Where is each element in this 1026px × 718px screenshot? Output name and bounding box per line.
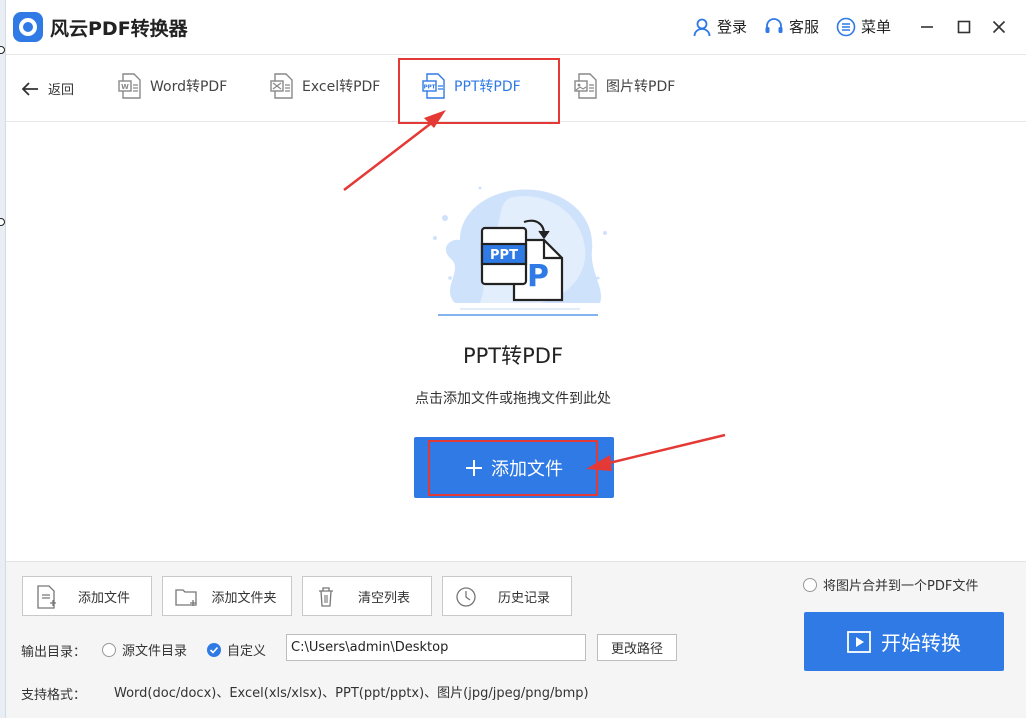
- tab-label: Excel转PDF: [302, 79, 381, 95]
- excel-doc-icon: [270, 73, 293, 99]
- custom-dir-radio[interactable]: 自定义: [207, 640, 266, 659]
- headset-icon: [765, 17, 783, 33]
- radio-checked-icon: [207, 642, 221, 657]
- maximize-button[interactable]: [951, 14, 977, 40]
- tab-image-to-pdf[interactable]: 图片转PDF: [574, 73, 675, 99]
- source-dir-radio[interactable]: 源文件目录: [102, 640, 187, 659]
- toolbar-label: 历史记录: [497, 590, 550, 606]
- merge-label: 将图片合并到一个PDF文件: [823, 579, 979, 594]
- tab-label: 图片转PDF: [606, 79, 676, 95]
- close-button[interactable]: [986, 14, 1012, 40]
- add-file-button[interactable]: 添加文件: [414, 437, 614, 498]
- ppt-to-pdf-illustration: P PPT: [433, 186, 607, 316]
- back-label: 返回: [48, 83, 75, 98]
- pdf-badge: P: [527, 259, 549, 294]
- radio-unchecked-icon: [102, 642, 116, 657]
- toolbar-add-file-button[interactable]: 添加文件: [22, 576, 152, 616]
- toolbar-label: 清空列表: [357, 590, 410, 606]
- toolbar-label: 添加文件夹: [211, 590, 277, 606]
- edge-dot: [0, 218, 5, 226]
- annotation-highlight-box: [398, 58, 560, 124]
- service-label: 客服: [789, 18, 820, 36]
- word-doc-icon: W: [118, 73, 141, 99]
- drop-hint: 点击添加文件或拖拽文件到此处: [415, 391, 611, 407]
- output-dir-label: 输出目录：: [21, 645, 87, 660]
- conversion-tabs-bar: 返回 W Word转PDF Excel转PDF PPT PPT转PDF 图片转P…: [6, 54, 1026, 124]
- radio-label: 源文件目录: [122, 644, 188, 659]
- title-bar: 风云PDF转换器 登录 客服 菜单: [6, 0, 1026, 54]
- ppt-badge: PPT: [490, 248, 518, 263]
- app-logo-icon: [13, 12, 43, 42]
- toolbar-clear-list-button[interactable]: 清空列表: [302, 576, 432, 616]
- conversion-title: PPT转PDF: [462, 344, 564, 368]
- customer-service-button[interactable]: 客服: [764, 16, 819, 37]
- image-doc-icon: [574, 73, 597, 99]
- toolbar-history-button[interactable]: 历史记录: [442, 576, 572, 616]
- back-button[interactable]: 返回: [20, 79, 74, 98]
- start-convert-button[interactable]: 开始转换: [804, 612, 1004, 671]
- user-icon: [693, 18, 711, 36]
- login-label: 登录: [717, 18, 748, 36]
- menu-icon: [836, 17, 856, 36]
- start-label: 开始转换: [881, 631, 961, 655]
- minimize-icon: [921, 26, 933, 28]
- menu-label: 菜单: [861, 18, 892, 36]
- tab-excel-to-pdf[interactable]: Excel转PDF: [270, 73, 380, 99]
- maximize-icon: [957, 20, 971, 34]
- play-icon: [847, 630, 871, 653]
- toolbar-add-folder-button[interactable]: 添加文件夹: [162, 576, 292, 616]
- tab-word-to-pdf[interactable]: W Word转PDF: [118, 73, 227, 99]
- toolbar-label: 添加文件: [77, 590, 130, 606]
- supported-formats-label: 支持格式：: [21, 688, 87, 703]
- bottom-panel: 添加文件 添加文件夹 清空列表 历史记录 输出目录： 源文件目录 自定义 更改路…: [6, 561, 1026, 718]
- radio-label: 自定义: [227, 644, 267, 659]
- edge-dot: [0, 46, 5, 54]
- app-title: 风云PDF转换器: [50, 18, 188, 40]
- svg-text:W: W: [121, 83, 129, 91]
- radio-unchecked-icon: [803, 577, 817, 592]
- change-path-button[interactable]: 更改路径: [597, 634, 677, 661]
- arrow-left-icon: [21, 81, 38, 96]
- plus-icon: [466, 459, 482, 476]
- supported-formats-value: Word(doc/docx)、Excel(xls/xlsx)、PPT(ppt/p…: [114, 686, 589, 701]
- add-file-label: 添加文件: [491, 458, 563, 480]
- minimize-button[interactable]: [914, 14, 940, 40]
- output-path-input[interactable]: [286, 634, 586, 661]
- close-icon: [992, 20, 1006, 34]
- menu-button[interactable]: 菜单: [836, 16, 891, 37]
- merge-images-radio[interactable]: 将图片合并到一个PDF文件: [803, 575, 978, 594]
- login-button[interactable]: 登录: [692, 16, 747, 37]
- tab-label: Word转PDF: [150, 79, 228, 95]
